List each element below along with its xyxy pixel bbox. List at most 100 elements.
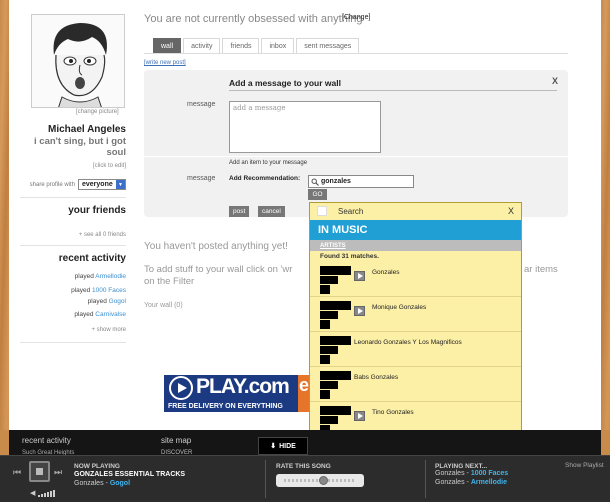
change-picture-link[interactable]: [change picture] — [76, 109, 119, 115]
now-playing-song[interactable]: Gogol — [110, 480, 130, 487]
search-icon — [311, 178, 319, 186]
wall-count: Your wall (0) — [144, 302, 183, 309]
friends-title: your friends — [68, 205, 126, 216]
profile-status[interactable]: i can't sing, but i got soul — [32, 136, 126, 158]
now-playing-artist: Gonzales - Gogol — [74, 480, 131, 487]
form-title: Add a message to your wall — [229, 78, 341, 88]
play-pause-button[interactable] — [29, 461, 50, 482]
previous-track-icon[interactable]: ⏮ — [13, 467, 23, 477]
ad-brand: PLAY.com — [196, 375, 290, 398]
result-name: Tino Gonzales — [372, 409, 414, 416]
message-textarea[interactable]: add a message — [229, 101, 381, 153]
search-result[interactable]: Leonardo Gonzales Y Los Magnificos — [310, 332, 521, 367]
obsession-status: You are not currently obsessed with anyt… — [144, 13, 363, 25]
now-playing-artist-name[interactable]: Gonzales — [74, 480, 104, 487]
next-song: Armellodie — [470, 479, 507, 486]
tab-wall[interactable]: wall — [153, 38, 182, 53]
divider — [425, 460, 426, 498]
now-playing-label: NOW PLAYING — [74, 463, 120, 470]
show-playlist-link[interactable]: Show Playlist — [565, 462, 604, 469]
tab-friends[interactable]: friends — [222, 38, 260, 53]
post-button[interactable]: post — [229, 206, 250, 217]
click-to-edit-link[interactable]: [click to edit] — [93, 163, 126, 169]
hide-player-button[interactable]: ⬇ HIDE — [258, 437, 308, 455]
activity-verb: played — [74, 311, 94, 318]
add-recommendation-label: Add Recommendation: — [229, 175, 301, 182]
write-new-post-link[interactable]: [write new post] — [144, 60, 186, 66]
advertisement-banner[interactable]: PLAY.com FREE DELIVERY ON EVERYTHING e — [164, 375, 310, 412]
search-results: Gonzales Monique Gonzales Leonardo Gonza… — [310, 262, 521, 437]
recommendation-search-input[interactable]: gonzales — [308, 175, 414, 188]
profile-tabs: wall activity friends inbox sent message… — [153, 38, 361, 53]
activity-link[interactable]: Gogol — [109, 298, 126, 305]
search-input-value: gonzales — [321, 178, 351, 185]
share-profile-select[interactable]: everyone ▼ — [78, 179, 126, 190]
divider — [20, 342, 126, 343]
next-track-icon[interactable]: ⏭ — [54, 467, 64, 477]
search-result[interactable]: Babs Gonzales — [310, 367, 521, 402]
change-obsession-link[interactable]: [Change] — [342, 14, 370, 21]
search-result[interactable]: Monique Gonzales — [310, 297, 521, 332]
artist-thumbnail — [320, 371, 351, 399]
divider — [144, 156, 568, 157]
recent-activity-title: recent activity — [58, 253, 126, 264]
result-name: Leonardo Gonzales Y Los Magnificos — [354, 339, 462, 346]
search-popup-title: Search — [338, 207, 364, 216]
share-profile-row: share profile with everyone ▼ — [20, 179, 126, 190]
artist-thumbnail — [320, 336, 351, 364]
close-icon[interactable]: X — [508, 206, 514, 216]
activity-link[interactable]: 1000 Faces — [92, 287, 126, 294]
match-count: Found 31 matches. — [320, 253, 379, 260]
artists-category[interactable]: ARTISTS — [310, 240, 521, 251]
search-section-title: IN MUSIC — [310, 220, 521, 240]
activity-link[interactable]: Carnivalse — [95, 311, 126, 318]
result-name: Babs Gonzales — [354, 374, 399, 381]
tab-activity[interactable]: activity — [183, 38, 221, 53]
music-player: ⏮ ⏭ ◀ NOW PLAYING GONZALES ESSENTIAL TRA… — [0, 455, 610, 502]
play-icon[interactable] — [354, 306, 365, 316]
show-more-link[interactable]: + show more — [91, 327, 126, 333]
go-button[interactable]: GO — [308, 189, 327, 200]
rate-song-label: RATE THIS SONG — [276, 463, 331, 470]
close-icon[interactable]: X — [552, 76, 558, 86]
tab-underline — [144, 53, 568, 54]
volume-control[interactable]: ◀ — [30, 489, 56, 497]
next-song: 1000 Faces — [470, 470, 509, 477]
play-icon[interactable] — [354, 271, 365, 281]
footer-site-map: site map — [161, 436, 192, 445]
activity-item: played Carnivalse — [74, 311, 126, 318]
home-icon — [317, 206, 327, 216]
footer-recent-activity: recent activity — [22, 436, 71, 445]
divider — [265, 460, 266, 498]
divider — [229, 90, 557, 91]
next-track-item[interactable]: Gonzales - 1000 Faces — [435, 470, 508, 477]
search-popup-header: Search X — [310, 203, 521, 220]
tab-sent-messages[interactable]: sent messages — [296, 38, 360, 53]
avatar[interactable] — [31, 14, 125, 108]
play-icon[interactable] — [354, 411, 365, 421]
message-label: message — [187, 101, 216, 108]
result-name: Gonzales — [372, 269, 400, 276]
activity-item: played Armellodie — [75, 273, 126, 280]
activity-link[interactable]: Armellodie — [95, 273, 126, 280]
cancel-button[interactable]: cancel — [258, 206, 285, 217]
see-all-friends-link[interactable]: + see all 0 friends — [79, 232, 126, 238]
tab-inbox[interactable]: inbox — [261, 38, 295, 53]
search-result[interactable]: Gonzales — [310, 262, 521, 297]
next-track-item[interactable]: Gonzales - Armellodie — [435, 479, 507, 486]
share-select-value: everyone — [82, 181, 113, 188]
wall-help-line: To add stuff to your wall click on 'wr — [144, 264, 293, 275]
hide-label: HIDE — [279, 442, 296, 450]
rating-slider[interactable] — [276, 474, 364, 487]
artist-thumbnail — [320, 266, 351, 294]
rating-knob[interactable] — [319, 476, 328, 485]
arrow-down-icon: ⬇ — [270, 443, 277, 450]
activity-verb: played — [87, 298, 107, 305]
search-popup: Search X IN MUSIC ARTISTS Found 31 match… — [309, 202, 522, 455]
speaker-icon: ◀ — [30, 490, 36, 497]
share-label: share profile with — [29, 181, 75, 188]
now-playing-track[interactable]: GONZALES ESSENTIAL TRACKS — [74, 471, 185, 478]
add-item-label: Add an item to your message — [229, 160, 308, 166]
divider — [20, 197, 126, 198]
divider — [20, 245, 126, 246]
